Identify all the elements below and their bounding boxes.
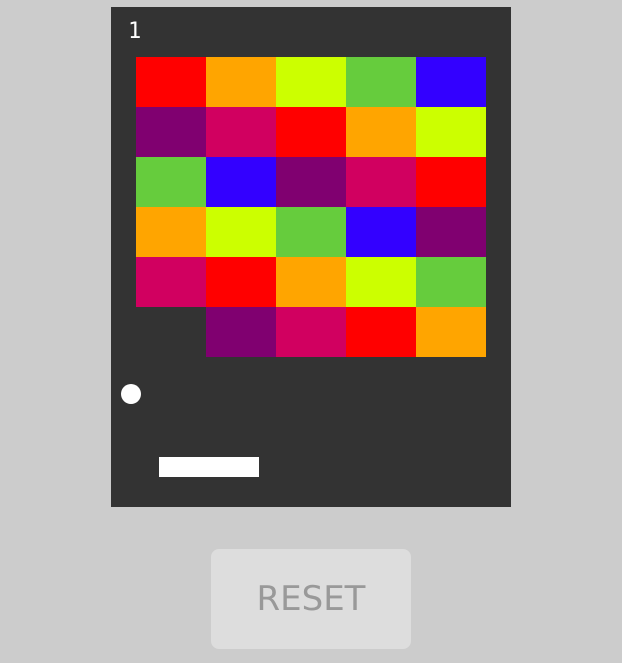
brick	[206, 207, 276, 257]
brick	[276, 57, 346, 107]
brick	[206, 107, 276, 157]
brick	[136, 107, 206, 157]
brick	[136, 157, 206, 207]
brick	[276, 257, 346, 307]
brick	[346, 107, 416, 157]
brick	[206, 57, 276, 107]
brick	[416, 107, 486, 157]
brick	[206, 157, 276, 207]
brick	[416, 207, 486, 257]
brick	[416, 257, 486, 307]
brick	[416, 157, 486, 207]
game-board: 1	[111, 7, 511, 507]
brick	[416, 307, 486, 357]
score-counter: 1	[128, 19, 142, 44]
paddle[interactable]	[159, 457, 259, 477]
brick	[346, 57, 416, 107]
reset-button[interactable]: RESET	[211, 549, 411, 649]
brick	[206, 257, 276, 307]
brick	[346, 307, 416, 357]
brick	[416, 57, 486, 107]
brick	[346, 257, 416, 307]
brick	[136, 257, 206, 307]
brick	[276, 157, 346, 207]
brick	[276, 107, 346, 157]
brick	[276, 207, 346, 257]
brick	[136, 57, 206, 107]
brick	[206, 307, 276, 357]
ball	[121, 384, 141, 404]
brick	[276, 307, 346, 357]
brick	[346, 207, 416, 257]
brick	[136, 207, 206, 257]
brick	[346, 157, 416, 207]
